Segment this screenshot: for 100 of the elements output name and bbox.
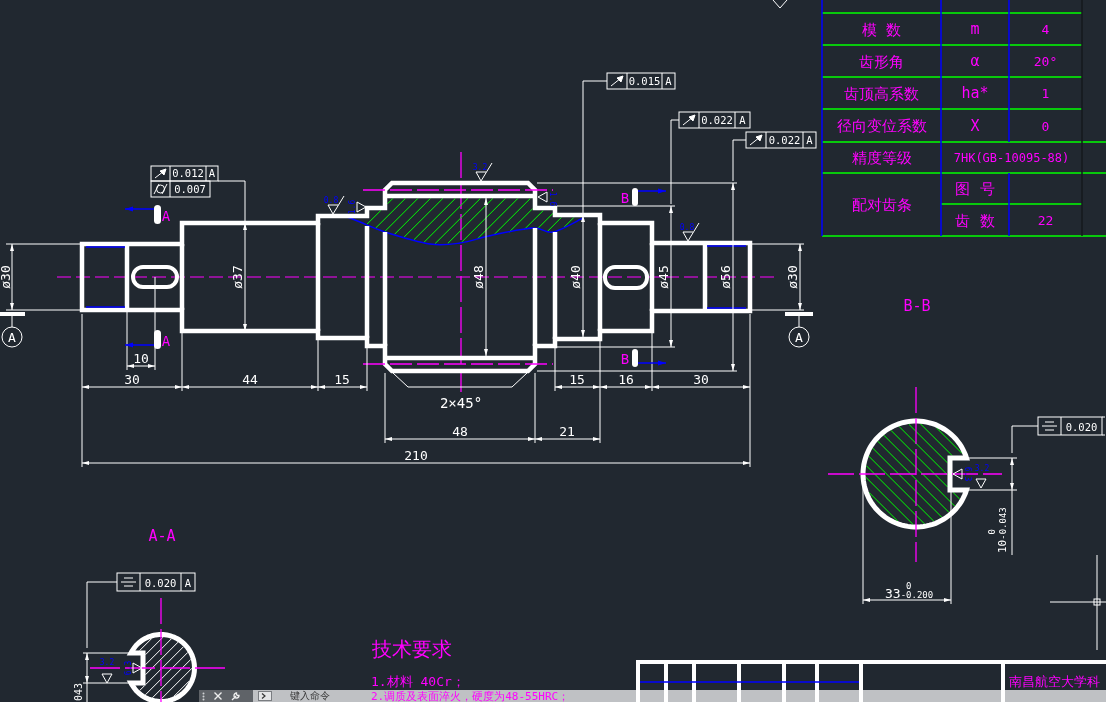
section-title: A-A <box>148 527 176 545</box>
dimension-text: 210 <box>404 448 428 463</box>
dimension-line <box>1010 457 1014 491</box>
roughness-value: 3.2 <box>974 464 990 473</box>
dimension-text: 10 <box>133 351 149 366</box>
datum-letter: A <box>806 134 813 146</box>
table-cell: 齿形角 <box>859 52 904 71</box>
datum-letter: A <box>184 577 192 589</box>
crosshair-cursor-icon <box>1049 554 1106 651</box>
dimension-text: 043 <box>73 682 84 701</box>
table-cell: m <box>970 20 980 38</box>
wrench-icon[interactable] <box>231 691 240 701</box>
table-cell: 图 号 <box>955 180 995 198</box>
roughness-value: 6.3 <box>963 466 972 482</box>
extension-line <box>126 311 128 371</box>
roughness-value: 1.6 <box>348 199 357 215</box>
dimension-text: ø37 <box>230 265 245 289</box>
symmetry-symbol-icon <box>120 577 137 587</box>
dimension-text: ø48 <box>471 265 486 289</box>
tolerance-text: 0 <box>987 529 997 535</box>
tolerance-text: 0 <box>906 581 912 591</box>
dimension-text: 48 <box>452 424 468 439</box>
table-cell: 径向变位系数 <box>836 117 927 135</box>
section-letter: A <box>161 208 171 224</box>
table-cell: 4 <box>1041 22 1050 37</box>
table-cell: 1 <box>1041 86 1050 101</box>
section-arrow <box>124 205 161 224</box>
roughness-symbol-icon <box>682 222 700 242</box>
table-cell: 配对齿条 <box>851 196 912 214</box>
dimension-text: 30 <box>693 372 709 387</box>
roughness-symbol-icon <box>132 662 143 674</box>
close-icon[interactable] <box>214 692 222 700</box>
dimension-line <box>126 364 156 368</box>
roughness-symbol-icon <box>356 201 367 213</box>
tolerance-value: 0.012 <box>172 167 204 179</box>
requirement-text: 1.材料 40Cr； <box>371 674 465 689</box>
section-letter: B <box>620 351 630 367</box>
roughness-value: 0.8 <box>679 223 695 232</box>
roughness-value: 3.2 <box>99 658 115 667</box>
dimension-text: 21 <box>559 424 575 439</box>
table-cell: 7HK(GB-10095-88) <box>953 151 1070 165</box>
dimension-text: 44 <box>242 372 258 387</box>
extension-line <box>366 347 368 392</box>
datum-letter: A <box>208 167 216 179</box>
dimension-line <box>10 243 14 311</box>
runout-arrow-icon <box>682 114 696 126</box>
dimension-line <box>798 243 802 311</box>
command-prompt-icon[interactable] <box>258 691 272 701</box>
runout-arrow-icon <box>154 168 167 179</box>
chamfer-note: 2×45° <box>439 395 483 411</box>
shaft-section-outline <box>126 632 197 702</box>
dimension-text: ø45 <box>656 265 671 289</box>
table-cell: 模 数 <box>862 20 901 39</box>
section-title: B-B <box>903 297 931 315</box>
table-cell: 22 <box>1037 213 1054 228</box>
keyway-slot <box>603 265 649 290</box>
section-letter: B <box>620 190 630 206</box>
dimension-text: ø30 <box>0 265 13 289</box>
command-input[interactable]: 键入命令 <box>290 690 350 702</box>
roughness-value: 0.8 <box>323 196 339 205</box>
roughness-symbol-icon <box>772 0 788 9</box>
section-letter: A <box>161 333 171 349</box>
dimension-text: 15 <box>334 372 350 387</box>
datum-letter: A <box>665 75 672 87</box>
roughness-symbol-icon <box>475 162 493 182</box>
roughness-value: 1.6 <box>548 191 557 207</box>
roughness-symbol-icon <box>537 191 548 203</box>
table-cell: 齿顶高系数 <box>844 84 919 103</box>
runout-arrow-icon <box>610 75 624 87</box>
roughness-symbol-icon <box>975 478 987 489</box>
section-arrow <box>632 188 667 206</box>
grip-icon[interactable] <box>202 691 205 701</box>
school-name: 南昌航空大学科 <box>1009 674 1100 689</box>
table-cell: 20° <box>1033 54 1058 69</box>
extension-line <box>384 372 386 444</box>
dimension-text: 30 <box>124 372 140 387</box>
dimension-text: 10-0.043 <box>996 507 1009 553</box>
table-cell: α <box>970 52 980 70</box>
requirements-heading: 技术要求 <box>372 637 452 661</box>
tolerance-value: 0.020 <box>144 577 177 589</box>
roughness-symbol-icon <box>952 468 963 480</box>
table-cell: 精度等级 <box>851 149 912 167</box>
extension-line <box>751 243 805 245</box>
tolerance-value: 0.007 <box>174 183 206 195</box>
dimension-text: ø40 <box>568 265 583 289</box>
table-cell: X <box>970 116 980 135</box>
tolerance-value: 0.022 <box>768 134 801 146</box>
hatch-pattern <box>139 636 193 700</box>
table-cell: 齿 数 <box>955 211 995 230</box>
dimension-text: 16 <box>618 372 634 387</box>
roughness-value: 3.2 <box>472 163 488 172</box>
tolerance-value: 0.022 <box>701 114 733 126</box>
dimension-text: ø30 <box>785 265 800 289</box>
dimension-text: ø56 <box>718 265 733 289</box>
table-cell: 0 <box>1041 118 1050 134</box>
runout-arrow-icon <box>749 134 763 146</box>
extension-line <box>317 339 319 392</box>
roughness-value: 6.3 <box>124 660 133 676</box>
datum-letter: A <box>739 114 746 126</box>
symmetry-symbol-icon <box>1041 421 1058 431</box>
